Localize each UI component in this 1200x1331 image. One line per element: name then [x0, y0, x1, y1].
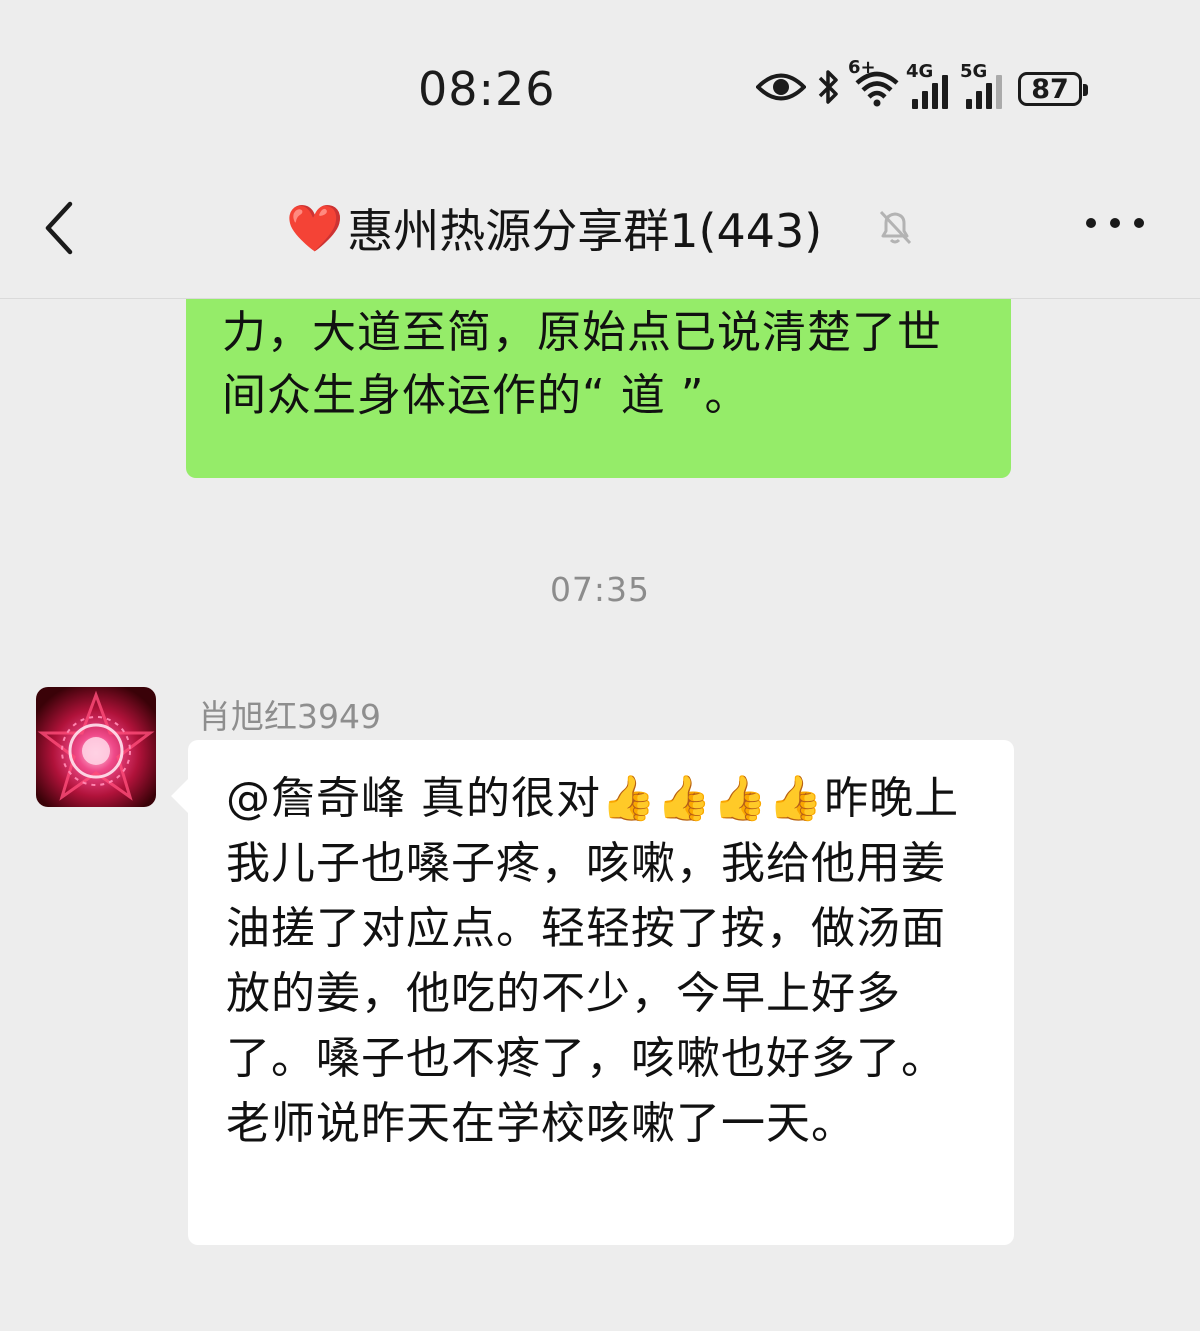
network-type-4g: 4G: [906, 61, 934, 82]
group-name: 惠州热源分享群1(443): [347, 204, 823, 258]
heart-emoji: ❤️: [286, 200, 344, 255]
sender-name: 肖旭红3949: [198, 697, 381, 736]
incoming-message-bubble[interactable]: @詹奇峰 真的很对👍👍👍👍昨晚上我儿子也嗓子疼，咳嗽，我给他用姜油搓了对应点。轻…: [188, 740, 1014, 1245]
mute-bell-icon: [874, 206, 916, 248]
battery-icon: 87: [1018, 72, 1088, 106]
message-text: 源等，都能提升体力与免疫力、自愈力，大道至简，原始点已说清楚了世间众生身体运作的…: [222, 307, 942, 421]
eye-icon: [755, 70, 807, 108]
back-icon[interactable]: [40, 198, 80, 258]
chat-header: ❤️ 惠州热源分享群1(443): [0, 170, 1200, 299]
chat-area[interactable]: 源等，都能提升体力与免疫力、自愈力，大道至简，原始点已说清楚了世间众生身体运作的…: [0, 298, 1200, 1331]
status-bar: 08:26 6+ 4G 5G 87: [0, 0, 1200, 170]
wifi-badge: 6+: [848, 57, 876, 78]
more-icon[interactable]: [1086, 218, 1144, 228]
message-text: @詹奇峰 真的很对👍👍👍👍昨晚上我儿子也嗓子疼，咳嗽，我给他用姜油搓了对应点。轻…: [226, 773, 960, 1149]
signal-5g-icon: 5G: [960, 61, 1002, 109]
system-icons: 6+ 4G 5G 87: [755, 57, 1088, 114]
outgoing-message-bubble[interactable]: 源等，都能提升体力与免疫力、自愈力，大道至简，原始点已说清楚了世间众生身体运作的…: [186, 298, 1011, 478]
signal-4g-icon: 4G: [906, 61, 948, 109]
message-timestamp: 07:35: [549, 570, 651, 609]
bluetooth-icon: [816, 67, 842, 111]
battery-level: 87: [1031, 73, 1069, 105]
wifi-icon: 6+: [848, 57, 902, 111]
network-type-5g: 5G: [960, 61, 988, 82]
status-time: 08:26: [418, 62, 556, 116]
chat-title: ❤️ 惠州热源分享群1(443): [286, 195, 822, 261]
avatar[interactable]: [36, 687, 156, 807]
